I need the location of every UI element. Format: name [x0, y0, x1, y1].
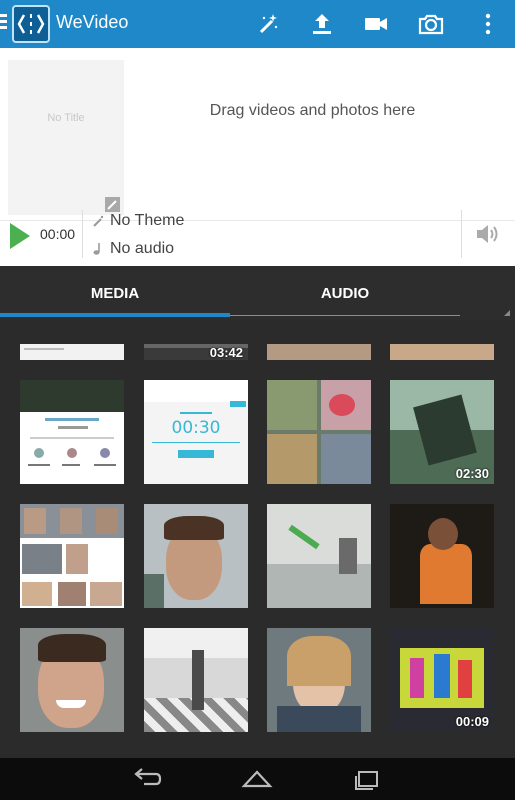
wevideo-logo-icon[interactable] [12, 5, 50, 43]
theme-wand-icon [93, 215, 104, 227]
media-item[interactable] [144, 628, 248, 732]
app-title: WeVideo [56, 12, 129, 32]
project-thumbnail[interactable]: No Title [8, 60, 124, 215]
audio-selector[interactable]: No audio [92, 240, 174, 258]
media-item[interactable] [20, 628, 124, 732]
duration-label: 03:42 [209, 345, 243, 360]
media-item[interactable]: 00:09 [390, 628, 494, 732]
audio-label: No audio [110, 240, 175, 257]
edit-pencil-icon[interactable] [105, 197, 120, 212]
media-item[interactable] [267, 504, 371, 608]
no-title-label: No Title [47, 112, 85, 124]
media-item[interactable] [390, 504, 494, 608]
tab-audio[interactable]: AUDIO [230, 266, 460, 320]
media-item[interactable] [144, 504, 248, 608]
media-item[interactable] [267, 344, 371, 360]
theme-selector[interactable]: No Theme [92, 212, 184, 230]
editor-panel: No Title Drag videos and photos here 00:… [0, 48, 515, 266]
recent-apps-icon[interactable] [350, 766, 384, 792]
media-item[interactable] [20, 380, 124, 484]
active-tab-indicator [0, 313, 230, 317]
media-grid: 03:42 00:30 02:30 00:09 [0, 320, 515, 758]
app-root: WeVideo No Title Drag videos and photos … [0, 0, 515, 800]
volume-icon[interactable] [474, 220, 502, 248]
playback-time: 00:00 [40, 226, 76, 242]
drag-hint-text: Drag videos and photos here [209, 102, 416, 119]
overflow-menu-icon[interactable] [472, 8, 504, 40]
system-nav-bar [0, 758, 515, 800]
media-item[interactable]: 02:30 [390, 380, 494, 484]
tab-media[interactable]: MEDIA [0, 266, 230, 320]
duration-label: 00:09 [455, 714, 489, 729]
drawer-indicator-icon[interactable] [0, 14, 8, 34]
corner-marker [504, 310, 510, 316]
media-item[interactable] [20, 344, 124, 360]
upload-icon[interactable] [306, 8, 338, 40]
music-note-icon [93, 243, 100, 255]
home-icon[interactable] [240, 766, 274, 792]
divider [0, 220, 515, 221]
duration-label: 02:30 [455, 466, 489, 481]
back-icon[interactable] [130, 766, 164, 792]
media-item[interactable] [267, 380, 371, 484]
media-item[interactable] [20, 504, 124, 608]
video-camera-icon[interactable] [360, 8, 392, 40]
theme-label: No Theme [110, 212, 185, 229]
divider [82, 210, 83, 258]
tab-underline [230, 315, 460, 316]
camera-icon[interactable] [415, 8, 447, 40]
media-item[interactable] [267, 628, 371, 732]
magic-wand-icon[interactable] [252, 8, 284, 40]
media-tab-bar: MEDIA AUDIO [0, 266, 515, 576]
divider [461, 210, 462, 258]
media-item[interactable]: 03:42 [144, 344, 248, 360]
action-bar: WeVideo [0, 0, 515, 48]
media-item[interactable] [390, 344, 494, 360]
play-button[interactable] [10, 223, 30, 249]
media-item[interactable]: 00:30 [144, 380, 248, 484]
